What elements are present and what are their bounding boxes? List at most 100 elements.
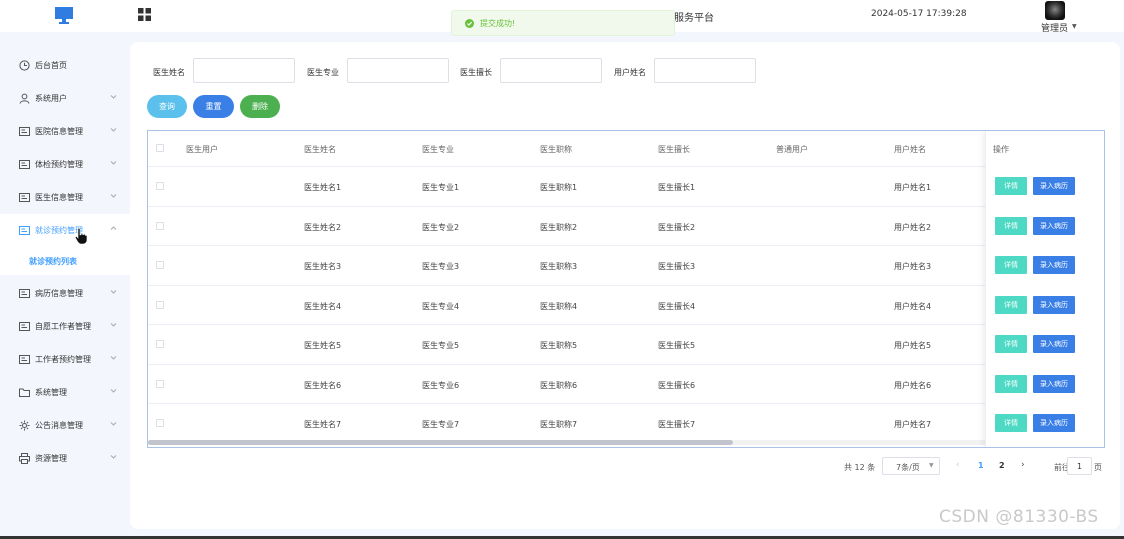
sidebar-item-system-users[interactable]: 系统用户 [0, 82, 130, 115]
sidebar-item-label: 病历信息管理 [35, 289, 83, 298]
page-number-current[interactable]: 1 [978, 461, 984, 470]
sidebar-item-announcements[interactable]: 公告消息管理 [0, 409, 130, 442]
avatar[interactable] [1045, 1, 1065, 20]
page-size-select[interactable]: 7条/页 ▼ [882, 457, 940, 475]
cell-user-name: 用户姓名2 [894, 222, 932, 232]
cell-doctor-name: 医生姓名7 [304, 420, 342, 429]
record-medical-button[interactable]: 录入病历 [1033, 374, 1075, 393]
record-medical-button[interactable]: 录入病历 [1033, 216, 1075, 235]
record-medical-button[interactable]: 录入病历 [1033, 414, 1075, 432]
cell-doctor-title: 医生职称1 [540, 183, 578, 192]
detail-button[interactable]: 详情 [995, 216, 1027, 235]
row-checkbox[interactable] [156, 340, 164, 348]
cell-doctor-major: 医生专业7 [422, 420, 460, 429]
next-page-icon[interactable]: › [1021, 460, 1025, 470]
sidebar-item-doctor[interactable]: 医生信息管理 [0, 181, 130, 214]
chevron-down-icon [110, 290, 117, 294]
caret-down-icon[interactable]: ▼ [1072, 23, 1077, 30]
check-circle-icon [465, 19, 474, 28]
row-checkbox[interactable] [156, 379, 164, 388]
column-header: 医生专业 [422, 145, 454, 154]
detail-button[interactable]: 详情 [995, 374, 1027, 393]
column-header: 医生用户 [186, 145, 218, 154]
cell-doctor-specialty: 医生擅长6 [658, 380, 696, 390]
monitor-icon[interactable] [54, 6, 74, 24]
column-header: 医生擅长 [658, 145, 690, 154]
column-header: 医生职称 [540, 145, 572, 154]
sidebar-item-worker-appointments[interactable]: 工作者预约管理 [0, 343, 130, 376]
folder-icon [19, 388, 30, 397]
row-checkbox[interactable] [156, 182, 164, 190]
row-checkbox[interactable] [156, 261, 164, 269]
column-header: 普通用户 [776, 145, 808, 154]
record-medical-button[interactable]: 录入病历 [1033, 177, 1075, 195]
list-icon [19, 160, 30, 169]
sidebar-item-label: 工作者预约管理 [35, 355, 91, 364]
cell-doctor-specialty: 医生擅长5 [658, 341, 696, 350]
sidebar-item-home[interactable]: 后台首页 [0, 49, 130, 82]
chevron-down-icon [110, 161, 117, 165]
page-number[interactable]: 2 [999, 461, 1005, 470]
grid-icon[interactable] [138, 8, 151, 21]
goto-page-input[interactable] [1067, 457, 1092, 475]
row-checkbox[interactable] [156, 300, 164, 309]
reset-button[interactable]: 重置 [193, 95, 234, 118]
sidebar-item-hospital[interactable]: 医院信息管理 [0, 115, 130, 148]
sidebar-item-label: 资源管理 [35, 454, 67, 463]
user-icon [19, 93, 30, 104]
sidebar-item-medical-records[interactable]: 病历信息管理 [0, 277, 130, 310]
toast-message: 提交成功! [480, 19, 516, 28]
detail-button[interactable]: 详情 [995, 295, 1027, 314]
cell-user-name: 用户姓名5 [894, 341, 932, 350]
doctor-major-input[interactable] [347, 58, 449, 83]
success-toast: 提交成功! [451, 10, 675, 36]
row-checkbox[interactable] [156, 419, 164, 427]
chevron-down-icon [110, 356, 117, 360]
horizontal-scrollbar-thumb[interactable] [148, 440, 733, 445]
delete-button[interactable]: 删除 [240, 95, 280, 118]
sidebar-item-checkup[interactable]: 体检预约管理 [0, 148, 130, 181]
sidebar-subitem-appointment-list[interactable]: 就诊预约列表 [0, 247, 130, 275]
sidebar-item-label: 系统用户 [35, 94, 67, 103]
sidebar-item-resources[interactable]: 资源管理 [0, 442, 130, 475]
detail-button[interactable]: 详情 [995, 335, 1027, 353]
detail-button[interactable]: 详情 [995, 177, 1027, 195]
cell-user-name: 用户姓名7 [894, 420, 932, 429]
page-size-value: 7条/页 [896, 463, 920, 472]
cell-doctor-specialty: 医生擅长3 [658, 262, 696, 271]
clock-icon [19, 60, 30, 71]
cell-doctor-title: 医生职称7 [540, 420, 578, 429]
user-name-input[interactable] [654, 58, 756, 83]
sidebar-item-system[interactable]: 系统管理 [0, 376, 130, 409]
sidebar: 后台首页 系统用户 医院信息管理 体检预约管理 医生信息管理 就诊预约管理 就诊… [0, 34, 130, 539]
pagination-total: 共 12 条 [844, 463, 876, 472]
cell-doctor-specialty: 医生擅长7 [658, 420, 696, 429]
cell-user-name: 用户姓名1 [894, 183, 932, 192]
sidebar-item-appointment[interactable]: 就诊预约管理 [0, 214, 130, 247]
chevron-down-icon [110, 128, 117, 132]
list-icon [19, 322, 30, 331]
sidebar-item-volunteers[interactable]: 自愿工作者管理 [0, 310, 130, 343]
chevron-down-icon [110, 455, 117, 459]
table-row: 医生姓名2 医生专业2 医生职称2 医生擅长2 用户姓名2 [148, 205, 1104, 246]
select-all-checkbox[interactable] [156, 144, 164, 152]
record-medical-button[interactable]: 录入病历 [1033, 335, 1075, 353]
doctor-specialty-input[interactable] [500, 58, 602, 83]
platform-title: 服务平台 [674, 13, 714, 24]
cell-doctor-major: 医生专业6 [422, 380, 460, 390]
column-header: 医生姓名 [304, 145, 336, 154]
detail-button[interactable]: 详情 [995, 414, 1027, 432]
user-name[interactable]: 管理员 [1041, 21, 1068, 34]
sidebar-item-label: 自愿工作者管理 [35, 322, 91, 331]
chevron-down-icon [110, 389, 117, 393]
record-medical-button[interactable]: 录入病历 [1033, 256, 1075, 274]
sidebar-item-label: 后台首页 [35, 61, 67, 70]
cell-doctor-name: 医生姓名5 [304, 341, 342, 350]
prev-page-icon[interactable]: ‹ [956, 460, 960, 470]
row-checkbox[interactable] [156, 221, 164, 230]
cell-doctor-specialty: 医生擅长4 [658, 301, 696, 311]
query-button[interactable]: 查询 [147, 95, 187, 118]
doctor-name-input[interactable] [193, 58, 295, 83]
record-medical-button[interactable]: 录入病历 [1033, 295, 1075, 314]
detail-button[interactable]: 详情 [995, 256, 1027, 274]
